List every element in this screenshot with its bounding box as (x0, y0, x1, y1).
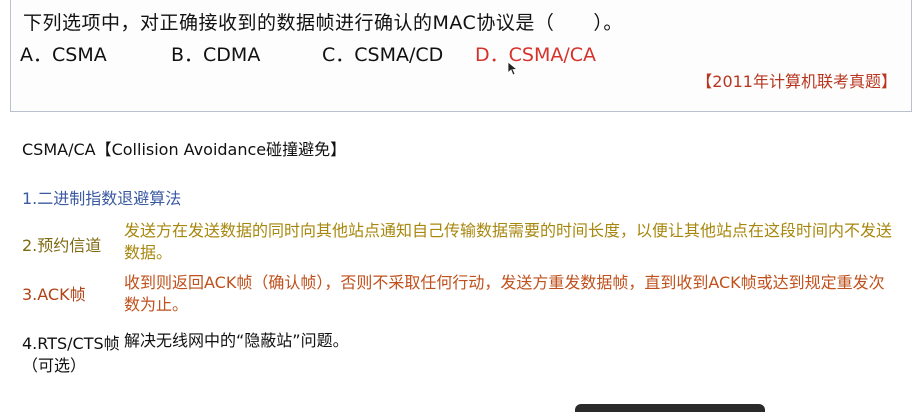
note-item-3-desc: 收到则返回ACK帧（确认帧），否则不采取任何行动，发送方重发数据帧，直到收到AC… (124, 273, 885, 314)
question-box: 下列选项中，对正确接收到的数据帧进行确认的MAC协议是（ ）。 A．CSMA B… (10, 0, 912, 112)
video-control-bar (575, 404, 765, 412)
note-item-4-label: 4.RTS/CTS帧 (22, 334, 120, 353)
question-source: 【2011年计算机联考真题】 (696, 72, 897, 91)
question-text: 下列选项中，对正确接收到的数据帧进行确认的MAC协议是（ ）。 (23, 12, 623, 34)
note-item-1-label: 1.二进制指数退避算法 (22, 189, 182, 208)
option-a[interactable]: A．CSMA (20, 40, 107, 67)
notes-heading: CSMA/CA【Collision Avoidance碰撞避免】 (22, 140, 347, 159)
note-item-2-desc: 发送方在发送数据的同时向其他站点通知自己传输数据需要的时间长度，以便让其他站点在… (124, 221, 893, 262)
option-c[interactable]: C．CSMA/CD (322, 40, 443, 67)
option-b[interactable]: B．CDMA (171, 40, 260, 67)
note-item-3-label: 3.ACK帧 (22, 285, 86, 304)
option-d-answer[interactable]: D．CSMA/CA (475, 40, 596, 67)
mouse-cursor-icon (508, 62, 518, 76)
note-item-4-sub: （可选） (22, 356, 87, 375)
note-item-2-label: 2.预约信道 (22, 236, 102, 255)
note-item-4-desc: 解决无线网中的“隐蔽站”问题。 (124, 331, 349, 350)
